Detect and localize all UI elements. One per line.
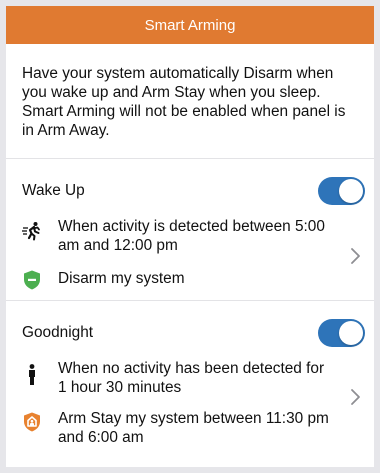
wake-up-details-row[interactable]: When activity is detected between 5:00 a… [6,215,374,300]
wake-up-action-text: Disarm my system [58,270,185,287]
wake-up-title: Wake Up [22,182,85,199]
goodnight-action-text: Arm Stay my system between 11:30 pm and … [58,410,329,446]
goodnight-section: Goodnight When no activity has been dete… [6,309,374,457]
wake-up-section: Wake Up When activity is detected betwee… [6,167,374,301]
wake-up-header: Wake Up [6,167,374,215]
shield-disarm-icon [22,270,42,290]
goodnight-header: Goodnight [6,309,374,357]
wake-up-activity-row: When activity is detected between 5:00 a… [6,217,374,255]
toggle-knob [339,321,363,345]
wake-up-toggle[interactable] [318,177,365,205]
page-title: Smart Arming [144,16,236,34]
running-person-icon [22,221,42,241]
shield-arm-stay-icon [22,412,42,432]
description-text: Have your system automatically Disarm wh… [6,44,374,159]
goodnight-activity-text: When no activity has been detected for 1… [58,360,325,396]
toggle-knob [339,179,363,203]
goodnight-activity-row: When no activity has been detected for 1… [6,359,374,397]
smart-arming-screen: Smart Arming Have your system automatica… [6,6,374,467]
goodnight-title: Goodnight [22,324,94,341]
goodnight-toggle[interactable] [318,319,365,347]
wake-up-action-row: Disarm my system [6,269,374,290]
goodnight-action-row: Arm Stay my system between 11:30 pm and … [6,409,374,447]
chevron-right-icon [348,247,362,265]
header-bar: Smart Arming [6,6,374,44]
chevron-right-icon [348,388,362,406]
wake-up-activity-text: When activity is detected between 5:00 a… [58,218,325,254]
goodnight-details-row[interactable]: When no activity has been detected for 1… [6,357,374,457]
standing-person-icon [22,364,42,386]
